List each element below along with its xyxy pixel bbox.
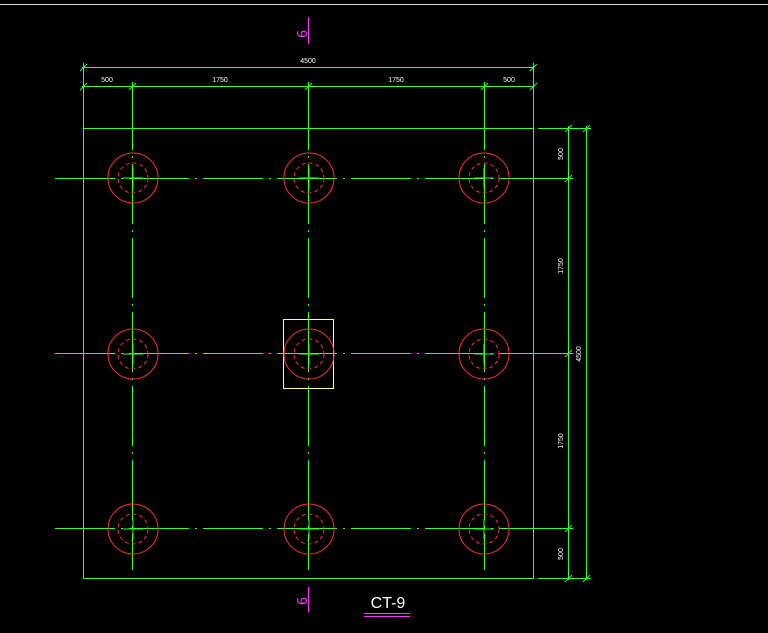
axis-label-bottom: 9 [293,597,308,605]
dim-right-seg2: 1750 [558,258,565,274]
cad-drawing: 9 9 4500 500 1750 1750 500 500 1750 4500… [0,4,768,617]
dim-right-seg3: 1750 [558,433,565,449]
axis-marker-top: 9 [293,17,309,44]
dim-right-total: 4500 [576,346,583,362]
axis-label-top: 9 [293,30,308,38]
dim-top-seg3: 1750 [388,77,404,84]
dim-top-seg2: 1750 [212,77,228,84]
drawing-title: CT-9 [371,595,406,612]
dim-top-total: 4500 [300,58,316,65]
dim-top-seg4: 500 [503,77,515,84]
dim-right-seg1: 500 [558,148,565,160]
dim-right-seg4: 500 [558,548,565,560]
axis-marker-bottom: 9 [293,587,309,612]
dim-top-seg1: 500 [101,77,113,84]
